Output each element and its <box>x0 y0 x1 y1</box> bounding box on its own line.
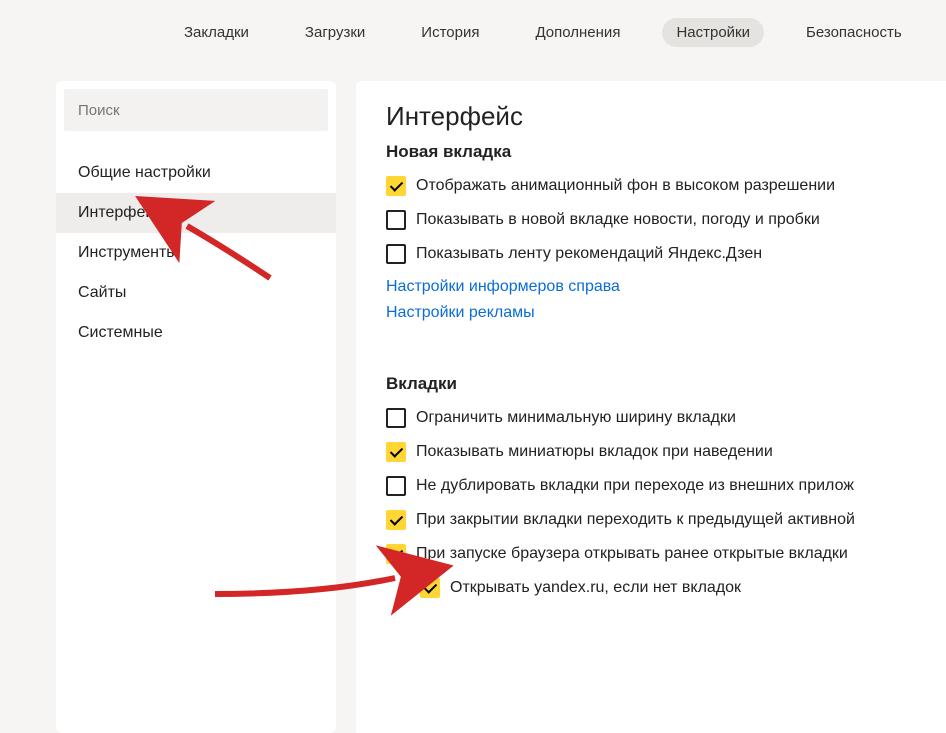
search-input[interactable] <box>64 89 328 131</box>
section-heading-new-tab: Новая вкладка <box>386 142 946 162</box>
topnav-history[interactable]: История <box>407 18 493 47</box>
sidebar-item-sites[interactable]: Сайты <box>56 273 336 313</box>
option-label: При запуске браузера открывать ранее отк… <box>416 545 848 563</box>
checkbox-show-zen[interactable] <box>386 244 406 264</box>
checkbox-open-yandex-ru[interactable] <box>420 578 440 598</box>
option-restore-tabs[interactable]: При запуске браузера открывать ранее отк… <box>386 544 946 564</box>
page-title: Интерфейс <box>386 101 946 132</box>
option-label: Показывать миниатюры вкладок при наведен… <box>416 443 773 461</box>
top-navigation: Закладки Загрузки История Дополнения Нас… <box>0 0 946 81</box>
checkbox-show-news[interactable] <box>386 210 406 230</box>
option-label: Не дублировать вкладки при переходе из в… <box>416 477 854 495</box>
option-prev-active-tab[interactable]: При закрытии вкладки переходить к предыд… <box>386 510 946 530</box>
checkbox-prev-active-tab[interactable] <box>386 510 406 530</box>
option-min-tab-width[interactable]: Ограничить минимальную ширину вкладки <box>386 408 946 428</box>
option-label: Показывать в новой вкладке новости, пого… <box>416 211 820 229</box>
checkbox-no-duplicate-tabs[interactable] <box>386 476 406 496</box>
settings-sidebar: Общие настройки Интерфейс Инструменты Са… <box>56 81 336 733</box>
option-label: Отображать анимационный фон в высоком ра… <box>416 177 835 195</box>
main-panel: Интерфейс Новая вкладка Отображать анима… <box>356 81 946 733</box>
checkbox-min-tab-width[interactable] <box>386 408 406 428</box>
option-label: Ограничить минимальную ширину вкладки <box>416 409 736 427</box>
topnav-security[interactable]: Безопасность <box>792 18 916 47</box>
sidebar-search <box>64 89 328 131</box>
option-no-duplicate-tabs[interactable]: Не дублировать вкладки при переходе из в… <box>386 476 946 496</box>
option-label: Открывать yandex.ru, если нет вкладок <box>450 579 741 597</box>
checkbox-tab-thumbnails[interactable] <box>386 442 406 462</box>
link-ads-settings[interactable]: Настройки рекламы <box>386 304 946 322</box>
topnav-settings[interactable]: Настройки <box>662 18 764 47</box>
sidebar-item-tools[interactable]: Инструменты <box>56 233 336 273</box>
section-heading-tabs: Вкладки <box>386 374 946 394</box>
topnav-downloads[interactable]: Загрузки <box>291 18 379 47</box>
topnav-bookmarks[interactable]: Закладки <box>170 18 263 47</box>
checkbox-animated-background[interactable] <box>386 176 406 196</box>
sidebar-item-interface[interactable]: Интерфейс <box>56 193 336 233</box>
sidebar-item-general[interactable]: Общие настройки <box>56 153 336 193</box>
sidebar-item-system[interactable]: Системные <box>56 313 336 353</box>
option-show-zen[interactable]: Показывать ленту рекомендаций Яндекс.Дзе… <box>386 244 946 264</box>
option-label: Показывать ленту рекомендаций Яндекс.Дзе… <box>416 245 762 263</box>
option-show-news[interactable]: Показывать в новой вкладке новости, пого… <box>386 210 946 230</box>
option-label: При закрытии вкладки переходить к предыд… <box>416 511 855 529</box>
checkbox-restore-tabs[interactable] <box>386 544 406 564</box>
topnav-addons[interactable]: Дополнения <box>521 18 634 47</box>
option-tab-thumbnails[interactable]: Показывать миниатюры вкладок при наведен… <box>386 442 946 462</box>
link-informers-settings[interactable]: Настройки информеров справа <box>386 278 946 296</box>
option-open-yandex-ru[interactable]: Открывать yandex.ru, если нет вкладок <box>420 578 946 598</box>
option-animated-background[interactable]: Отображать анимационный фон в высоком ра… <box>386 176 946 196</box>
